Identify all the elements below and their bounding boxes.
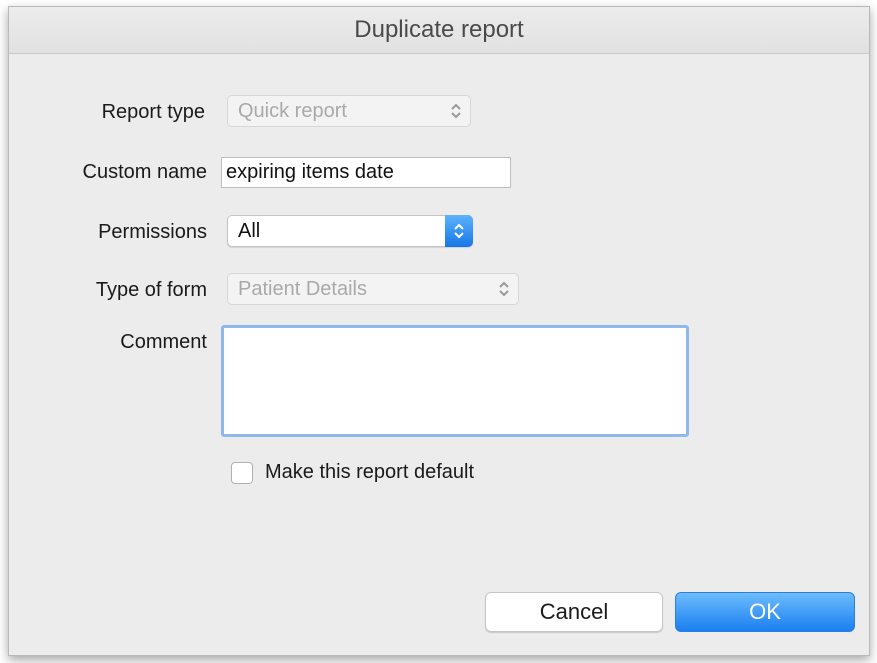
- make-default-label: Make this report default: [265, 461, 474, 483]
- comment-textarea[interactable]: [221, 325, 689, 437]
- permissions-label: Permissions: [98, 221, 207, 243]
- custom-name-input[interactable]: expiring items date: [221, 157, 511, 188]
- duplicate-report-dialog: Duplicate report Report type Quick repor…: [8, 6, 870, 656]
- report-type-select[interactable]: Quick report: [227, 95, 471, 127]
- dialog-title: Duplicate report: [9, 7, 869, 54]
- up-down-chevron-icon: [451, 103, 461, 119]
- report-type-label: Report type: [101, 101, 205, 123]
- permissions-stepper: [445, 215, 473, 247]
- make-default-checkbox[interactable]: [231, 462, 253, 484]
- ok-button[interactable]: OK: [675, 592, 855, 632]
- up-down-chevron-icon: [454, 223, 464, 239]
- permissions-value: All: [238, 220, 261, 242]
- report-type-value: Quick report: [238, 100, 347, 122]
- comment-label: Comment: [120, 331, 207, 353]
- cancel-button[interactable]: Cancel: [485, 592, 663, 632]
- custom-name-label: Custom name: [82, 161, 208, 183]
- up-down-chevron-icon: [499, 281, 509, 297]
- permissions-select[interactable]: All: [227, 215, 473, 247]
- type-of-form-label: Type of form: [95, 279, 207, 301]
- type-of-form-value: Patient Details: [238, 278, 367, 300]
- type-of-form-select[interactable]: Patient Details: [227, 273, 519, 305]
